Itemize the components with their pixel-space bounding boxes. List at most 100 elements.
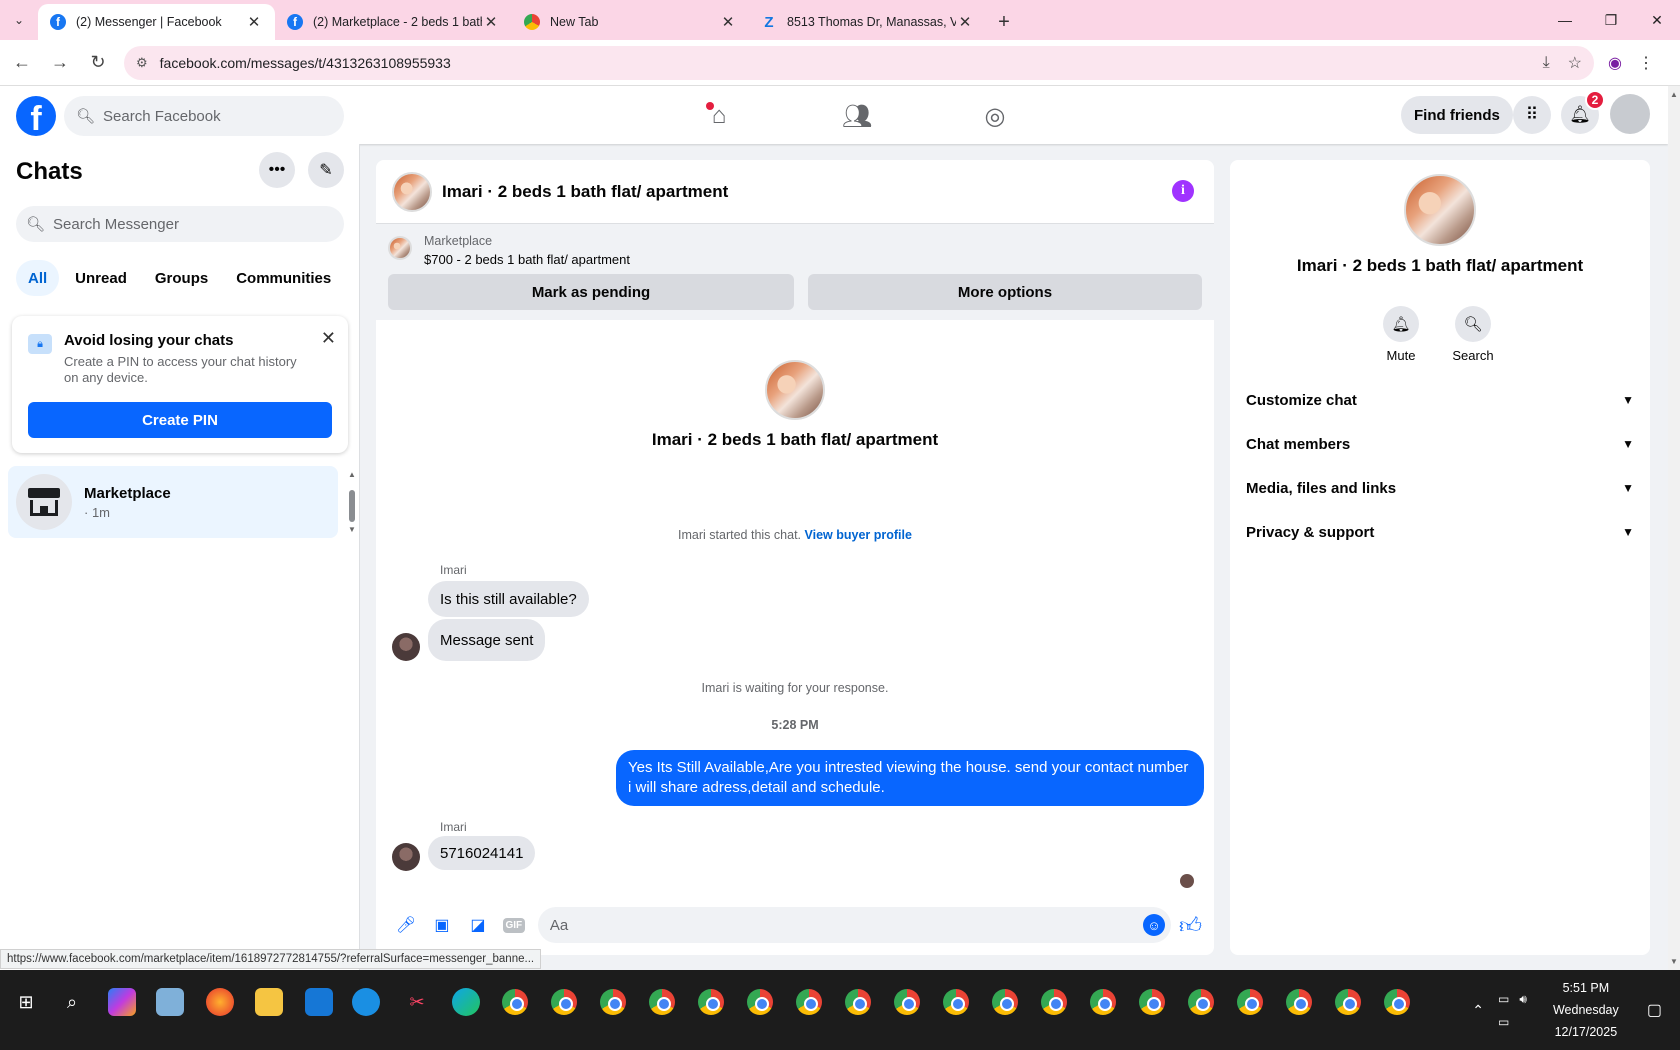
browser-menu-icon[interactable]: ⋮ xyxy=(1638,53,1654,73)
close-tab-icon[interactable]: ✕ xyxy=(482,13,500,31)
back-arrow-icon[interactable]: ← xyxy=(6,47,38,79)
filter-groups[interactable]: Groups xyxy=(143,260,220,296)
chrome-icon[interactable] xyxy=(747,989,773,1015)
copilot-icon[interactable] xyxy=(108,988,136,1016)
taskbar-clock[interactable]: 5:51 PM Wednesday 12/17/2025 xyxy=(1531,977,1641,1043)
bookmark-star-icon[interactable]: ☆ xyxy=(1568,53,1582,73)
meet-now-icon[interactable]: ▭ xyxy=(1498,992,1509,1007)
network-icon[interactable]: ▭ xyxy=(1498,1015,1527,1029)
scroll-down-icon[interactable]: ▼ xyxy=(1670,957,1678,966)
restore-icon[interactable]: ❐ xyxy=(1588,0,1634,40)
message-input[interactable]: Aa ☺ xyxy=(537,907,1171,943)
incoming-message[interactable]: Is this still available? xyxy=(428,581,589,617)
filter-unread[interactable]: Unread xyxy=(63,260,139,296)
chrome-icon[interactable] xyxy=(1384,989,1410,1015)
remote-app-icon[interactable] xyxy=(305,988,333,1016)
scroll-down-icon[interactable]: ▼ xyxy=(348,525,356,534)
more-options-icon[interactable]: ••• xyxy=(259,152,295,188)
thumbs-up-icon[interactable]: 👍︎ xyxy=(1179,912,1202,939)
info-icon[interactable]: i xyxy=(1172,180,1194,202)
chrome-icon[interactable] xyxy=(698,989,724,1015)
close-tab-icon[interactable]: ✕ xyxy=(956,13,974,31)
chat-list-scrollbar[interactable]: ▲ ▼ xyxy=(348,470,356,534)
snipping-tool-icon[interactable]: ✂ xyxy=(403,988,431,1016)
customize-chat-section[interactable]: Customize chat ▼ xyxy=(1246,378,1634,422)
close-icon[interactable]: ✕ xyxy=(321,328,336,349)
chrome-icon[interactable] xyxy=(845,989,871,1015)
friends-icon[interactable]: 👥︎ xyxy=(788,94,926,138)
chat-list-item-marketplace[interactable]: Marketplace · 1m xyxy=(8,466,338,538)
close-tab-icon[interactable]: ✕ xyxy=(245,13,263,31)
listing-thumbnail[interactable] xyxy=(388,236,412,260)
browser-tab-zillow[interactable]: Z 8513 Thomas Dr, Manassas, VA ✕ xyxy=(749,4,986,40)
chrome-icon[interactable] xyxy=(1090,989,1116,1015)
mute-button[interactable]: 🔔︎ Mute xyxy=(1371,306,1431,363)
new-message-icon[interactable]: ✎ xyxy=(308,152,344,188)
gif-icon[interactable]: GIF xyxy=(496,907,532,943)
close-window-icon[interactable]: ✕ xyxy=(1634,0,1680,40)
scroll-up-icon[interactable]: ▲ xyxy=(348,470,356,479)
more-options-button[interactable]: More options xyxy=(808,274,1202,310)
profile-icon[interactable]: ◉ xyxy=(1608,53,1622,73)
chrome-icon[interactable] xyxy=(992,989,1018,1015)
windows-start-icon[interactable]: ⊞ xyxy=(12,988,40,1016)
attach-photo-icon[interactable]: ▣ xyxy=(424,907,460,943)
search-in-chat-button[interactable]: 🔍︎ Search xyxy=(1443,306,1503,363)
microphone-icon[interactable]: 🎤︎ xyxy=(388,907,424,943)
mark-as-pending-button[interactable]: Mark as pending xyxy=(388,274,794,310)
file-explorer-icon[interactable] xyxy=(255,988,283,1016)
url-text[interactable]: facebook.com/messages/t/4313263108955933 xyxy=(160,55,1525,71)
home-icon[interactable]: ⌂ xyxy=(650,94,788,138)
url-bar[interactable]: ⚙ facebook.com/messages/t/43132631089559… xyxy=(124,45,1594,80)
chrome-icon[interactable] xyxy=(1188,989,1214,1015)
forward-arrow-icon[interactable]: → xyxy=(44,47,76,79)
new-tab-button[interactable]: + xyxy=(986,4,1022,40)
messenger-search-input[interactable]: 🔍︎ Search Messenger xyxy=(16,206,344,242)
show-hidden-icons-chevron-icon[interactable]: ⌃ xyxy=(1472,1002,1484,1019)
chat-app-icon[interactable] xyxy=(352,988,380,1016)
sender-avatar[interactable] xyxy=(392,843,420,871)
account-avatar[interactable] xyxy=(1610,94,1650,134)
chrome-icon[interactable] xyxy=(1237,989,1263,1015)
browser-tab-messenger[interactable]: f (2) Messenger | Facebook ✕ xyxy=(38,4,275,40)
edge-icon[interactable] xyxy=(452,988,480,1016)
chrome-icon[interactable] xyxy=(796,989,822,1015)
page-scrollbar[interactable]: ▲ ▼ xyxy=(1668,86,1680,970)
view-buyer-profile-link[interactable]: View buyer profile xyxy=(805,528,912,542)
outgoing-message[interactable]: Yes Its Still Available,Are you intreste… xyxy=(616,750,1204,806)
notification-center-icon[interactable]: ▢ xyxy=(1647,1000,1662,1020)
chrome-icon[interactable] xyxy=(649,989,675,1015)
privacy-support-section[interactable]: Privacy & support ▼ xyxy=(1246,510,1634,554)
chrome-icon[interactable] xyxy=(1139,989,1165,1015)
find-friends-button[interactable]: Find friends xyxy=(1401,96,1513,134)
groups-icon[interactable]: ◎ xyxy=(926,94,1064,138)
volume-icon[interactable]: 🔊︎ xyxy=(1519,992,1527,1007)
install-app-icon[interactable]: ⤓ xyxy=(1543,54,1550,72)
search-icon[interactable]: ⌕ xyxy=(58,988,86,1016)
facebook-search-input[interactable]: 🔍︎ Search Facebook xyxy=(64,96,344,136)
filter-communities[interactable]: Communities xyxy=(224,260,343,296)
menu-grid-icon[interactable]: ⠿ xyxy=(1513,96,1551,134)
create-pin-button[interactable]: Create PIN xyxy=(28,402,332,438)
notifications-bell-icon[interactable]: 🔔︎ 2 xyxy=(1561,90,1605,134)
incoming-message[interactable]: Message sent xyxy=(428,619,546,661)
chrome-icon[interactable] xyxy=(1041,989,1067,1015)
listing-avatar[interactable] xyxy=(392,171,432,212)
listing-title-link[interactable]: $700 - 2 beds 1 bath flat/ apartment xyxy=(424,252,630,267)
facebook-logo-icon[interactable]: f xyxy=(16,96,56,136)
scrollbar-thumb[interactable] xyxy=(349,490,355,522)
chrome-icon[interactable] xyxy=(1335,989,1361,1015)
notepad-icon[interactable] xyxy=(156,988,184,1016)
info-avatar[interactable] xyxy=(1404,174,1476,246)
emoji-icon[interactable]: ☺ xyxy=(1143,914,1165,936)
tab-search-chevron-icon[interactable]: ⌄ xyxy=(0,0,38,40)
sticker-icon[interactable]: ◪ xyxy=(460,907,496,943)
conversation-title[interactable]: Imari · 2 beds 1 bath flat/ apartment xyxy=(442,182,728,202)
chrome-icon[interactable] xyxy=(551,989,577,1015)
site-info-icon[interactable]: ⚙ xyxy=(136,55,148,71)
incoming-message[interactable]: 5716024141 xyxy=(428,836,536,870)
browser-tab-marketplace[interactable]: f (2) Marketplace - 2 beds 1 bath ✕ xyxy=(275,4,512,40)
filter-all[interactable]: All xyxy=(16,260,60,296)
minimize-icon[interactable]: — xyxy=(1542,0,1588,40)
chrome-icon[interactable] xyxy=(894,989,920,1015)
